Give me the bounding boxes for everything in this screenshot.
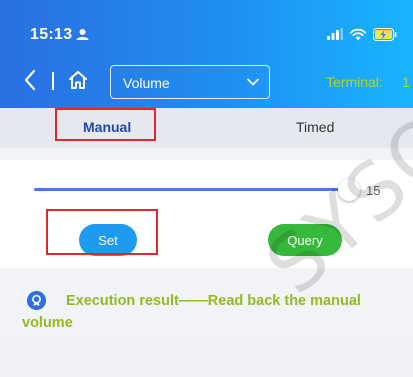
terminal-value[interactable]: 1 xyxy=(402,74,410,90)
function-select[interactable]: Volume xyxy=(110,65,270,99)
function-select-value: Volume xyxy=(123,75,170,91)
status-time: 15:13 xyxy=(30,26,73,43)
bottom-area xyxy=(0,342,413,377)
battery-charging-icon xyxy=(373,27,397,41)
wifi-icon xyxy=(350,28,366,40)
set-button[interactable]: Set xyxy=(79,224,137,256)
tab-manual[interactable]: Manual xyxy=(83,119,131,135)
execution-result-text: Execution result——Read back the manual v… xyxy=(22,293,361,331)
volume-value: 15 xyxy=(366,183,381,198)
app-header: 15:13 Volume Terminal: 1 xyxy=(0,0,413,108)
volume-slider-track[interactable] xyxy=(34,188,348,191)
query-button[interactable]: Query xyxy=(268,224,342,256)
tab-timed[interactable]: Timed xyxy=(296,119,334,135)
status-icons xyxy=(327,27,397,41)
signal-icon xyxy=(327,28,343,40)
nav-divider xyxy=(52,72,54,90)
chevron-down-icon xyxy=(247,78,259,86)
mode-tabs: Manual Timed xyxy=(0,108,413,148)
volume-card xyxy=(0,160,413,268)
terminal-label: Terminal: xyxy=(326,74,383,90)
chevron-left-icon[interactable] xyxy=(24,69,36,91)
person-icon xyxy=(76,29,89,40)
volume-slider-thumb[interactable] xyxy=(338,179,360,201)
home-icon[interactable] xyxy=(68,70,88,90)
